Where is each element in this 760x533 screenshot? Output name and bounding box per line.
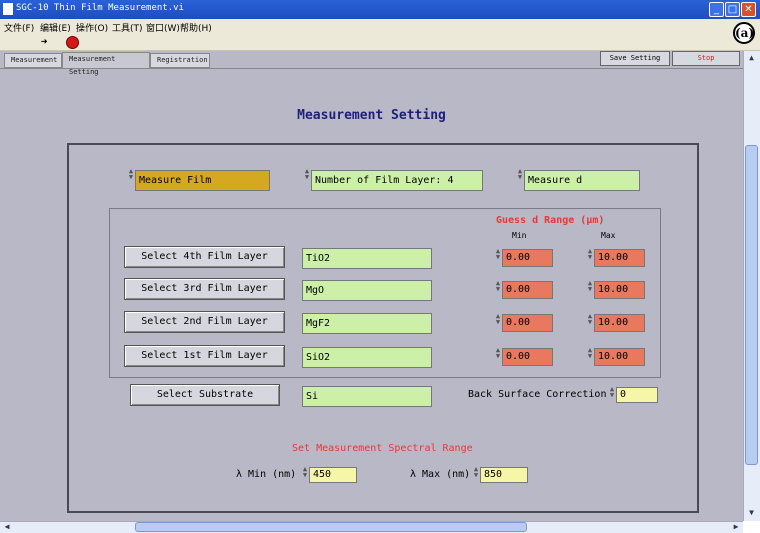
spin-arrows-icon[interactable]: ▲ ▼	[587, 347, 593, 360]
scroll-down-icon[interactable]: ▼	[745, 508, 758, 517]
measure-mode-select[interactable]: Measure Film	[135, 170, 270, 191]
spin-arrows-icon[interactable]: ▲ ▼	[495, 313, 501, 326]
min-column-label: Min	[512, 231, 527, 240]
substrate-material[interactable]: Si	[302, 386, 432, 407]
spin-arrows-icon[interactable]: ▲ ▼	[128, 168, 134, 181]
tab-measurement-setting[interactable]: Measurement Setting	[62, 52, 150, 76]
layer-1-min[interactable]: 0.00	[502, 348, 553, 366]
menu-edit[interactable]: 编辑(E)	[40, 21, 71, 34]
back-surface-input[interactable]: 0	[616, 387, 658, 403]
window-title: SGC-10 Thin Film Measurement.vi	[16, 3, 184, 13]
menu-help[interactable]: 帮助(H)	[180, 21, 212, 34]
menu-window[interactable]: 窗口(W)	[146, 21, 180, 34]
horizontal-scroll-thumb[interactable]	[135, 522, 527, 532]
lambda-min-label: λ Min (nm)	[236, 469, 297, 480]
spin-arrows-icon[interactable]: ▲ ▼	[495, 248, 501, 261]
layer-2-max[interactable]: 10.00	[594, 314, 645, 332]
spectral-range-title: Set Measurement Spectral Range	[292, 443, 473, 454]
layer-4-max[interactable]: 10.00	[594, 249, 645, 267]
lambda-min-input[interactable]: 450	[309, 467, 357, 483]
labview-icon	[3, 3, 13, 15]
page-title: Measurement Setting	[297, 108, 446, 123]
spin-arrows-icon[interactable]: ▲ ▼	[495, 347, 501, 360]
spin-arrows-icon[interactable]: ▲ ▼	[609, 386, 615, 399]
layer-1-material[interactable]: SiO2	[302, 347, 432, 368]
layer-2-min[interactable]: 0.00	[502, 314, 553, 332]
save-setting-button[interactable]: Save Setting	[600, 51, 670, 66]
spin-arrows-icon[interactable]: ▲ ▼	[587, 280, 593, 293]
spin-arrows-icon[interactable]: ▲ ▼	[587, 313, 593, 326]
tab-registration[interactable]: Registration	[150, 53, 210, 68]
layer-2-material[interactable]: MgF2	[302, 313, 432, 334]
layer-4-material[interactable]: TiO2	[302, 248, 432, 269]
select-layer-4-button[interactable]: Select 4th Film Layer	[124, 246, 285, 268]
select-layer-1-button[interactable]: Select 1st Film Layer	[124, 345, 285, 367]
scroll-left-icon[interactable]: ◀	[2, 522, 12, 531]
spin-arrows-icon[interactable]: ▲ ▼	[304, 168, 310, 181]
layer-1-max[interactable]: 10.00	[594, 348, 645, 366]
back-surface-label: Back Surface Correction	[468, 389, 607, 400]
tab-measurement[interactable]: Measurement	[4, 53, 62, 68]
window-title-bar: SGC-10 Thin Film Measurement.vi _ □ ✕	[0, 0, 760, 19]
layer-4-min[interactable]: 0.00	[502, 249, 553, 267]
select-layer-3-button[interactable]: Select 3rd Film Layer	[124, 278, 285, 300]
menu-tools[interactable]: 工具(T)	[112, 21, 143, 34]
close-button[interactable]: ✕	[741, 2, 756, 17]
lambda-max-input[interactable]: 850	[480, 467, 528, 483]
spin-arrows-icon[interactable]: ▲ ▼	[473, 466, 479, 479]
minimize-button[interactable]: _	[709, 2, 724, 17]
layer-3-material[interactable]: MgO	[302, 280, 432, 301]
layer-3-min[interactable]: 0.00	[502, 281, 553, 299]
film-layer-count-select[interactable]: Number of Film Layer: 4	[311, 170, 483, 191]
menu-bar: 文件(F) 编辑(E) 操作(O) 工具(T) 窗口(W) 帮助(H)	[0, 19, 760, 34]
select-layer-2-button[interactable]: Select 2nd Film Layer	[124, 311, 285, 333]
spin-arrows-icon[interactable]: ▲ ▼	[302, 466, 308, 479]
menu-operate[interactable]: 操作(O)	[76, 21, 108, 34]
spin-arrows-icon[interactable]: ▲ ▼	[587, 248, 593, 261]
run-arrow-icon[interactable]: ➜	[38, 36, 50, 48]
abort-stop-icon[interactable]	[66, 36, 79, 49]
measure-target-select[interactable]: Measure d	[524, 170, 640, 191]
tab-divider	[0, 68, 743, 69]
spin-arrows-icon[interactable]: ▲ ▼	[495, 280, 501, 293]
select-substrate-button[interactable]: Select Substrate	[130, 384, 280, 406]
maximize-button[interactable]: □	[725, 2, 740, 17]
max-column-label: Max	[601, 231, 616, 240]
stop-button[interactable]: Stop	[672, 51, 740, 66]
guess-range-title: Guess d Range (μm)	[496, 215, 605, 226]
toolbar: ➜	[0, 34, 760, 51]
layer-3-max[interactable]: 10.00	[594, 281, 645, 299]
vertical-scroll-thumb[interactable]	[745, 145, 758, 465]
lambda-max-label: λ Max (nm)	[410, 469, 471, 480]
scroll-up-icon[interactable]: ▲	[745, 53, 758, 62]
company-logo: (a)	[733, 22, 755, 44]
menu-file[interactable]: 文件(F)	[4, 21, 34, 34]
spin-arrows-icon[interactable]: ▲ ▼	[517, 168, 523, 181]
scroll-right-icon[interactable]: ▶	[731, 522, 741, 531]
